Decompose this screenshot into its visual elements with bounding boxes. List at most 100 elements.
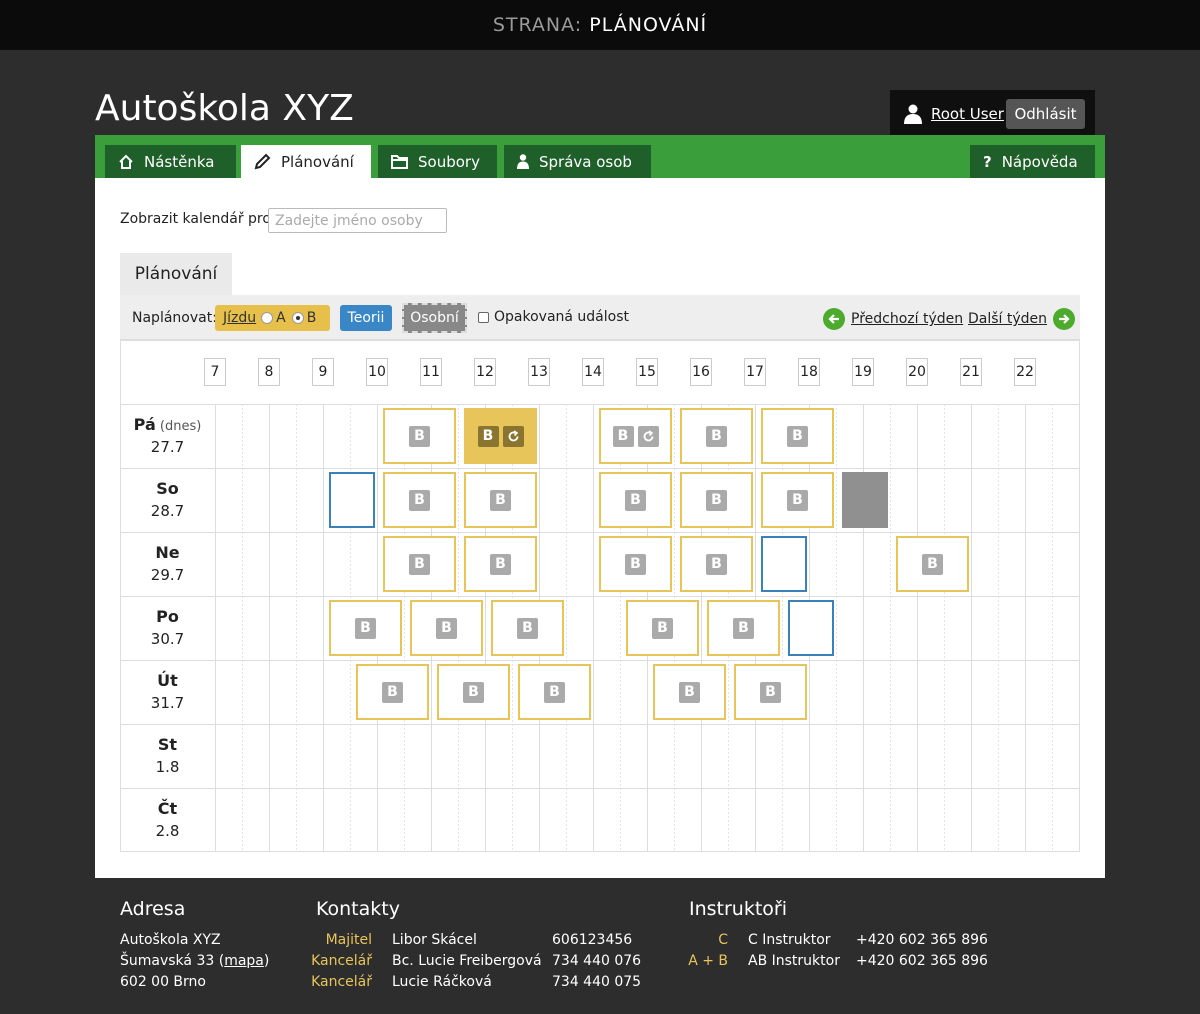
address-title: Adresa: [120, 898, 186, 920]
hour-label: 18: [798, 358, 820, 386]
day-date: 1.8: [155, 758, 180, 776]
day-name: Čt: [157, 799, 178, 818]
instructor-category: A + B: [688, 953, 728, 969]
planner-toolbar: Naplánovat: Jízdu A B Teorii Osobní Opak…: [120, 295, 1080, 340]
schedule-ride-button[interactable]: Jízdu A B: [215, 305, 330, 331]
ride-event[interactable]: B: [491, 600, 564, 656]
ride-event[interactable]: B: [599, 536, 672, 592]
contact-name: Libor Skácel: [392, 932, 477, 948]
ride-event[interactable]: B: [680, 536, 753, 592]
ride-event[interactable]: B: [383, 408, 456, 464]
tab-soubory[interactable]: Soubory: [378, 145, 497, 178]
instructor-phone: +420 602 365 896: [856, 932, 988, 948]
category-badge: B: [625, 553, 646, 575]
day-date: 30.7: [150, 630, 185, 648]
radio-b-label: B: [306, 310, 317, 326]
logout-button[interactable]: Odhlásit: [1006, 99, 1085, 129]
ride-event[interactable]: B: [464, 472, 537, 528]
personal-event[interactable]: [842, 472, 888, 528]
today-note: (dnes): [155, 419, 202, 434]
ride-event[interactable]: B: [518, 664, 591, 720]
ride-event[interactable]: B: [761, 408, 834, 464]
question-icon: ?: [983, 152, 992, 171]
repeat-checkbox[interactable]: [478, 312, 489, 323]
address-line: Autoškola XYZ: [120, 932, 221, 948]
ride-event[interactable]: B: [680, 472, 753, 528]
ride-event[interactable]: B: [626, 600, 699, 656]
ride-event[interactable]: B: [383, 472, 456, 528]
category-badge: B: [517, 617, 538, 639]
user-icon: [904, 104, 922, 124]
page-label: STRANA:: [492, 14, 583, 36]
category-badge: B: [409, 425, 430, 447]
repeat-icon: [502, 425, 524, 447]
contact-role: Majitel: [325, 932, 372, 948]
ride-event[interactable]: B: [734, 664, 807, 720]
tab-nastenka[interactable]: Nástěnka: [105, 145, 236, 178]
ride-event[interactable]: B: [437, 664, 510, 720]
category-badge: B: [706, 489, 727, 511]
footer: Adresa Autoškola XYZ Šumavská 33 (mapa) …: [0, 878, 1200, 1014]
schedule-theory-button[interactable]: Teorii: [340, 305, 392, 331]
category-badge: B: [382, 681, 403, 703]
ride-event[interactable]: B: [410, 600, 483, 656]
hour-label: 20: [906, 358, 928, 386]
ride-event[interactable]: B: [464, 536, 537, 592]
repeat-icon: [637, 425, 659, 447]
theory-event[interactable]: [788, 600, 834, 656]
category-badge: B: [625, 489, 646, 511]
category-badge: B: [436, 617, 457, 639]
category-badge: B: [612, 425, 634, 447]
address-street: Šumavská 33 (mapa): [120, 953, 269, 969]
radio-b[interactable]: [291, 312, 304, 324]
prev-week-link[interactable]: Předchozí týden: [823, 308, 963, 330]
schedule-personal-button[interactable]: Osobní: [402, 303, 467, 333]
day-name: Pá (dnes): [133, 415, 202, 434]
tab-label: Soubory: [418, 152, 480, 171]
hour-label: 7: [204, 358, 226, 386]
ride-event[interactable]: B: [653, 664, 726, 720]
tab-sprava-osob[interactable]: Správa osob: [504, 145, 651, 178]
help-button[interactable]: ? Nápověda: [970, 145, 1095, 178]
day-name: Út: [157, 671, 178, 690]
street-text: Šumavská 33 (: [120, 953, 225, 969]
arrow-right-icon: [1053, 308, 1076, 330]
category-badge: B: [733, 617, 754, 639]
theory-event[interactable]: [329, 472, 375, 528]
category-badge: B: [922, 553, 943, 575]
ride-event[interactable]: B: [383, 536, 456, 592]
next-week-link[interactable]: Další týden: [968, 308, 1076, 330]
hour-label: 13: [528, 358, 550, 386]
instructor-name: C Instruktor: [748, 932, 831, 948]
category-badge: B: [477, 425, 499, 447]
ride-event[interactable]: B: [896, 536, 969, 592]
category-badge: B: [409, 489, 430, 511]
address-city: 602 00 Brno: [120, 974, 206, 990]
category-badge: B: [679, 681, 700, 703]
day-date: 29.7: [150, 566, 185, 584]
tab-label: Nástěnka: [144, 152, 215, 171]
day-name: St: [157, 735, 178, 754]
ride-event[interactable]: B: [761, 472, 834, 528]
contact-phone: 734 440 075: [552, 974, 642, 990]
hour-label: 22: [1014, 358, 1036, 386]
ride-event[interactable]: B: [599, 472, 672, 528]
search-label: Zobrazit kalendář pro:: [120, 211, 276, 227]
user-name-link[interactable]: Root User: [931, 105, 1004, 123]
planner-tab[interactable]: Plánování: [120, 253, 232, 295]
tab-planovani[interactable]: Plánování: [241, 145, 371, 178]
ride-event[interactable]: B: [464, 408, 537, 464]
theory-event[interactable]: [761, 536, 807, 592]
radio-a[interactable]: [261, 312, 274, 324]
day-date: 27.7: [150, 438, 185, 456]
ride-event[interactable]: B: [356, 664, 429, 720]
ride-event[interactable]: B: [329, 600, 402, 656]
person-search-input[interactable]: [268, 208, 447, 233]
folder-icon: [391, 155, 408, 169]
ride-event[interactable]: B: [599, 408, 672, 464]
ride-event[interactable]: B: [707, 600, 780, 656]
day-name: So: [156, 479, 179, 498]
ride-event[interactable]: B: [680, 408, 753, 464]
tab-label: Správa osob: [539, 152, 632, 171]
map-link[interactable]: mapa: [224, 953, 264, 969]
